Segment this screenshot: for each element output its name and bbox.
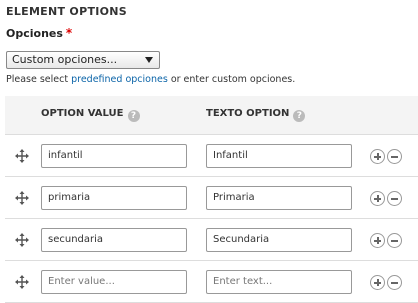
required-mark: *: [65, 26, 73, 40]
remove-circle-icon[interactable]: [387, 191, 402, 206]
move-arrows-icon[interactable]: [15, 148, 29, 163]
table-row: [5, 176, 418, 219]
option-text-input[interactable]: [206, 269, 352, 294]
move-arrows-icon[interactable]: [15, 190, 29, 205]
option-value-input[interactable]: [41, 143, 187, 168]
help-icon[interactable]: ?: [127, 110, 140, 122]
move-arrows-icon[interactable]: [15, 232, 29, 247]
options-select[interactable]: Custom opciones...: [6, 51, 160, 69]
option-text-input[interactable]: [206, 227, 352, 252]
option-value-input[interactable]: [41, 227, 187, 252]
section-title: ELEMENT OPTIONS: [6, 5, 128, 18]
add-circle-icon[interactable]: [370, 149, 385, 164]
option-value-input[interactable]: [41, 269, 187, 294]
add-circle-icon[interactable]: [370, 275, 385, 290]
header-texto-option: TEXTO OPTION?: [206, 96, 370, 135]
header-actions-col: [370, 96, 418, 135]
options-table: OPTION VALUE? TEXTO OPTION?: [5, 96, 418, 303]
header-drag-col: [5, 96, 41, 135]
move-arrows-icon[interactable]: [15, 274, 29, 289]
options-select-value: Custom opciones...: [12, 53, 118, 66]
add-circle-icon[interactable]: [370, 191, 385, 206]
predefined-options-link[interactable]: predefined opciones: [71, 74, 168, 85]
option-text-input[interactable]: [206, 185, 352, 210]
options-help-text: Please select predefined opciones or ent…: [6, 74, 296, 85]
remove-circle-icon[interactable]: [387, 275, 402, 290]
chevron-down-icon: [145, 57, 153, 63]
remove-circle-icon[interactable]: [387, 149, 402, 164]
option-value-input[interactable]: [41, 185, 187, 210]
table-row: [5, 218, 418, 261]
options-label: Opciones *: [6, 26, 73, 40]
header-option-value: OPTION VALUE?: [41, 96, 206, 135]
help-icon[interactable]: ?: [293, 110, 306, 122]
remove-circle-icon[interactable]: [387, 233, 402, 248]
add-circle-icon[interactable]: [370, 233, 385, 248]
table-header-row: OPTION VALUE? TEXTO OPTION?: [5, 96, 418, 135]
table-row: [5, 260, 418, 303]
option-text-input[interactable]: [206, 143, 352, 168]
table-row: [5, 134, 418, 177]
